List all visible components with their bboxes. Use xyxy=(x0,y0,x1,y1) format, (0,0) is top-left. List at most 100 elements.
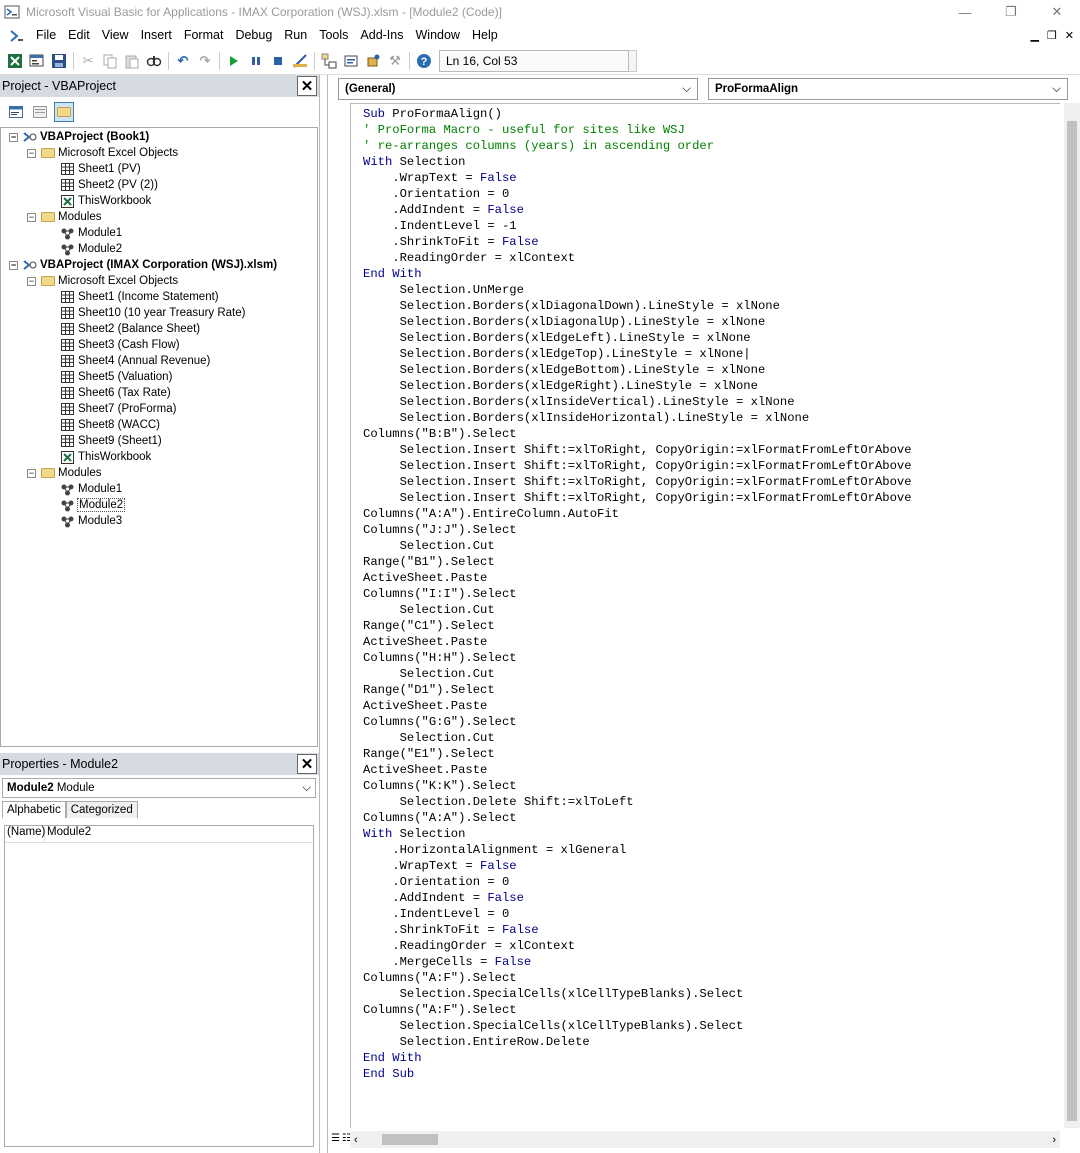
code-line: Selection.Borders(xlEdgeBottom).LineStyl… xyxy=(363,362,912,378)
design-mode-icon[interactable] xyxy=(289,50,311,72)
menu-tools[interactable]: Tools xyxy=(313,24,354,47)
view-object-icon[interactable] xyxy=(30,102,50,122)
tree-node[interactable]: Sheet5 (Valuation) xyxy=(47,369,172,385)
menu-view[interactable]: View xyxy=(96,24,135,47)
toolbox-icon[interactable]: ⚒ xyxy=(384,50,406,72)
code-editor[interactable]: Sub ProFormaAlign() ' ProForma Macro - us… xyxy=(350,103,1060,1128)
menu-debug[interactable]: Debug xyxy=(229,24,278,47)
mdi-restore-button[interactable]: ❐ xyxy=(1047,29,1057,42)
tab-alphabetic[interactable]: Alphabetic xyxy=(2,801,66,818)
code-keyword: With xyxy=(363,155,393,169)
properties-panel-close-button[interactable]: ✕ xyxy=(297,754,317,774)
excel-icon[interactable] xyxy=(4,50,26,72)
collapse-toggle-icon[interactable]: − xyxy=(9,132,18,142)
tree-node[interactable]: Module2 xyxy=(47,241,122,257)
tree-node[interactable]: Sheet1 (Income Statement) xyxy=(47,289,219,305)
tree-node[interactable]: Sheet2 (PV (2)) xyxy=(47,177,158,193)
tree-node[interactable]: Sheet8 (WACC) xyxy=(47,417,160,433)
menu-help[interactable]: Help xyxy=(466,24,504,47)
mdi-minimize-button[interactable]: ▁ xyxy=(1030,29,1038,42)
menu-edit[interactable]: Edit xyxy=(62,24,96,47)
cut-icon[interactable]: ✂ xyxy=(77,50,99,72)
tree-node[interactable]: Sheet3 (Cash Flow) xyxy=(47,337,180,353)
undo-icon[interactable]: ↶ xyxy=(172,50,194,72)
collapse-toggle-icon[interactable]: − xyxy=(27,212,36,222)
code-line: Selection.UnMerge xyxy=(363,282,912,298)
tree-node[interactable]: ThisWorkbook xyxy=(47,449,151,465)
tree-node[interactable]: Module1 xyxy=(47,481,122,497)
collapse-toggle-icon[interactable]: − xyxy=(27,148,36,158)
tree-node[interactable]: Sheet6 (Tax Rate) xyxy=(47,385,171,401)
menu-run[interactable]: Run xyxy=(278,24,313,47)
procedure-view-icon[interactable]: ☰ xyxy=(331,1133,340,1144)
view-code-icon[interactable] xyxy=(6,102,26,122)
object-select[interactable]: Module2 Module ⌵ xyxy=(2,778,316,798)
save-icon[interactable] xyxy=(48,50,70,72)
menu-file[interactable]: File xyxy=(30,24,62,47)
collapse-toggle-icon[interactable]: − xyxy=(9,260,18,270)
tree-node[interactable]: Sheet10 (10 year Treasury Rate) xyxy=(47,305,245,321)
menu-insert[interactable]: Insert xyxy=(135,24,178,47)
tree-node[interactable]: Sheet9 (Sheet1) xyxy=(47,433,162,449)
tree-node[interactable]: − Modules xyxy=(27,209,101,225)
tree-node[interactable]: − Microsoft Excel Objects xyxy=(27,145,178,161)
collapse-toggle-icon[interactable]: − xyxy=(27,276,36,286)
redo-icon[interactable]: ↷ xyxy=(194,50,216,72)
tree-node[interactable]: Sheet7 (ProForma) xyxy=(47,401,176,417)
vba-menu-icon[interactable] xyxy=(6,25,28,47)
reset-icon[interactable] xyxy=(267,50,289,72)
code-line: ActiveSheet.Paste xyxy=(363,698,912,714)
mdi-close-button[interactable]: ✕ xyxy=(1065,29,1074,42)
scroll-right-icon[interactable]: › xyxy=(1052,1134,1056,1146)
vertical-scrollbar[interactable] xyxy=(1064,103,1080,1128)
collapse-toggle-icon[interactable]: − xyxy=(27,468,36,478)
project-panel-close-button[interactable]: ✕ xyxy=(297,76,317,96)
menu-add-ins[interactable]: Add-Ins xyxy=(354,24,409,47)
tree-node[interactable]: Sheet1 (PV) xyxy=(47,161,141,177)
minimize-button[interactable]: — xyxy=(942,0,988,24)
tree-node[interactable]: − Modules xyxy=(27,465,101,481)
object-browser-icon[interactable] xyxy=(362,50,384,72)
tree-node[interactable]: Module3 xyxy=(47,513,122,529)
procedure-dropdown[interactable]: ProFormaAlign ⌵ xyxy=(708,78,1068,100)
paste-icon[interactable] xyxy=(121,50,143,72)
code-token: Selection.Cut xyxy=(363,731,495,745)
object-dropdown[interactable]: (General) ⌵ xyxy=(338,78,698,100)
horizontal-scrollbar[interactable]: ‹ › xyxy=(350,1131,1060,1148)
tree-node[interactable]: Module2 xyxy=(47,497,126,513)
help-icon[interactable]: ? xyxy=(413,50,435,72)
tree-node[interactable]: ThisWorkbook xyxy=(47,193,151,209)
code-line: Selection.Delete Shift:=xlToLeft xyxy=(363,794,912,810)
project-explorer-icon[interactable] xyxy=(318,50,340,72)
run-icon[interactable] xyxy=(223,50,245,72)
menu-window[interactable]: Window xyxy=(410,24,466,47)
find-icon[interactable] xyxy=(143,50,165,72)
tree-node[interactable]: Module1 xyxy=(47,225,122,241)
property-value[interactable]: Module2 xyxy=(45,826,91,842)
tree-node[interactable]: − Microsoft Excel Objects xyxy=(27,273,178,289)
toolbar-overflow-grip[interactable] xyxy=(629,49,637,72)
menu-format[interactable]: Format xyxy=(178,24,230,47)
properties-icon[interactable] xyxy=(340,50,362,72)
tree-node[interactable]: − VBAProject (Book1) xyxy=(9,129,149,145)
insert-userform-icon[interactable] xyxy=(26,50,48,72)
code-line: Selection.Borders(xlDiagonalDown).LineSt… xyxy=(363,298,912,314)
scroll-left-icon[interactable]: ‹ xyxy=(354,1134,358,1146)
tree-node[interactable]: Sheet4 (Annual Revenue) xyxy=(47,353,210,369)
code-line: Selection.SpecialCells(xlCellTypeBlanks)… xyxy=(363,986,912,1002)
code-line: Selection.Borders(xlInsideHorizontal).Li… xyxy=(363,410,912,426)
break-icon[interactable] xyxy=(245,50,267,72)
code-line: .WrapText = False xyxy=(363,170,912,186)
maximize-button[interactable]: ❐ xyxy=(988,0,1034,24)
tree-node-label: Modules xyxy=(58,467,102,479)
tree-node[interactable]: Sheet2 (Balance Sheet) xyxy=(47,321,200,337)
tree-node[interactable]: − VBAProject (IMAX Corporation (WSJ).xlsm… xyxy=(9,257,277,273)
vertical-scroll-thumb[interactable] xyxy=(1067,121,1077,1121)
copy-icon[interactable] xyxy=(99,50,121,72)
toolbar-separator xyxy=(219,51,220,70)
horizontal-scroll-thumb[interactable] xyxy=(382,1134,438,1145)
toggle-folders-icon[interactable] xyxy=(54,102,74,122)
tab-categorized[interactable]: Categorized xyxy=(65,801,138,818)
property-row[interactable]: (Name) Module2 xyxy=(5,826,313,843)
close-button[interactable]: ✕ xyxy=(1034,0,1080,24)
